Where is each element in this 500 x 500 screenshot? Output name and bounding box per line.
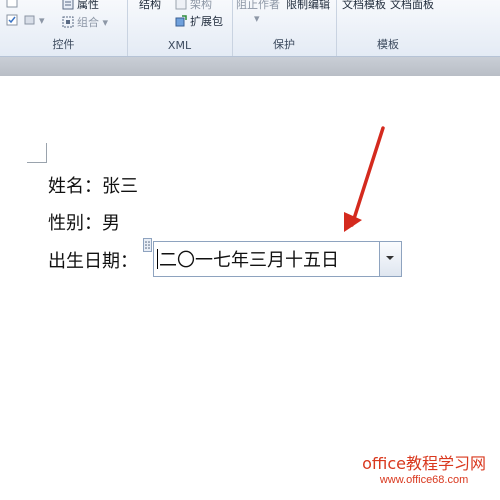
- watermark-line2: www.office68.com: [379, 474, 469, 486]
- ribbon: 属性 ▾ 组合 ▾ 控件 结构 架构 扩展包 XML 阻止作者 限制编辑 ▾ 保…: [0, 0, 500, 57]
- date-dropdown-button[interactable]: [379, 242, 401, 276]
- ribbon-group-label-controls: 控件: [52, 38, 75, 51]
- legacy-tools-icon: [24, 15, 35, 25]
- block-authors-button[interactable]: 阻止作者: [236, 0, 280, 12]
- properties-icon: [62, 0, 74, 10]
- group-label: 组合: [77, 16, 99, 29]
- expansion-pack-icon: [175, 15, 187, 27]
- expansion-pack-label: 扩展包: [190, 15, 223, 28]
- red-arrow-icon: [344, 126, 385, 232]
- restrict-editing-button[interactable]: 限制编辑: [286, 0, 330, 12]
- watermark-line1: office教程学习网: [362, 454, 486, 473]
- chevron-down-icon: [386, 256, 394, 260]
- ribbon-group-label-protect: 保护: [273, 38, 295, 51]
- name-line[interactable]: 姓名：张三: [48, 172, 138, 198]
- birth-label[interactable]: 出生日期：: [48, 247, 138, 273]
- group-button[interactable]: 组合 ▾: [62, 14, 108, 30]
- ribbon-group-label-templates: 模板: [377, 38, 399, 51]
- checkbox-control-icon[interactable]: [6, 14, 21, 27]
- ruler-band: [0, 57, 500, 76]
- watermark: office教程学习网 www.office68.com: [362, 450, 486, 486]
- schema-icon: [175, 0, 187, 10]
- margin-corner-mark: [27, 143, 47, 163]
- design-mode-checkbox-icon[interactable]: [6, 0, 21, 9]
- content-control-handle-icon[interactable]: [143, 238, 152, 252]
- properties-label: 属性: [77, 0, 99, 11]
- ribbon-group-templates: 文档模板 文档面板 模板: [336, 0, 440, 56]
- expansion-pack-button[interactable]: 扩展包: [175, 13, 223, 29]
- legacy-tools-button[interactable]: ▾: [24, 14, 45, 27]
- document-panel-button[interactable]: 文档面板: [390, 0, 434, 12]
- text-cursor: [157, 249, 158, 269]
- block-authors-dropdown-icon[interactable]: ▾: [254, 12, 260, 25]
- date-value-text[interactable]: 二〇一七年三月十五日: [157, 246, 339, 272]
- structure-button[interactable]: 结构: [139, 0, 161, 12]
- group-icon: [62, 16, 74, 28]
- date-picker-control[interactable]: 二〇一七年三月十五日: [153, 241, 402, 277]
- ribbon-group-protect: 阻止作者 限制编辑 ▾ 保护: [232, 0, 337, 56]
- schema-button[interactable]: 架构: [175, 0, 212, 12]
- schema-label: 架构: [190, 0, 212, 11]
- document-page[interactable]: [0, 76, 500, 500]
- properties-button[interactable]: 属性: [62, 0, 99, 12]
- ribbon-group-label-xml: XML: [167, 39, 192, 52]
- date-value: 二〇一七年三月十五日: [159, 250, 339, 271]
- ribbon-group-controls: 属性 ▾ 组合 ▾ 控件: [0, 0, 128, 56]
- ribbon-group-xml: 结构 架构 扩展包 XML: [127, 0, 233, 56]
- document-template-button[interactable]: 文档模板: [342, 0, 386, 12]
- gender-line[interactable]: 性别：男: [48, 209, 120, 235]
